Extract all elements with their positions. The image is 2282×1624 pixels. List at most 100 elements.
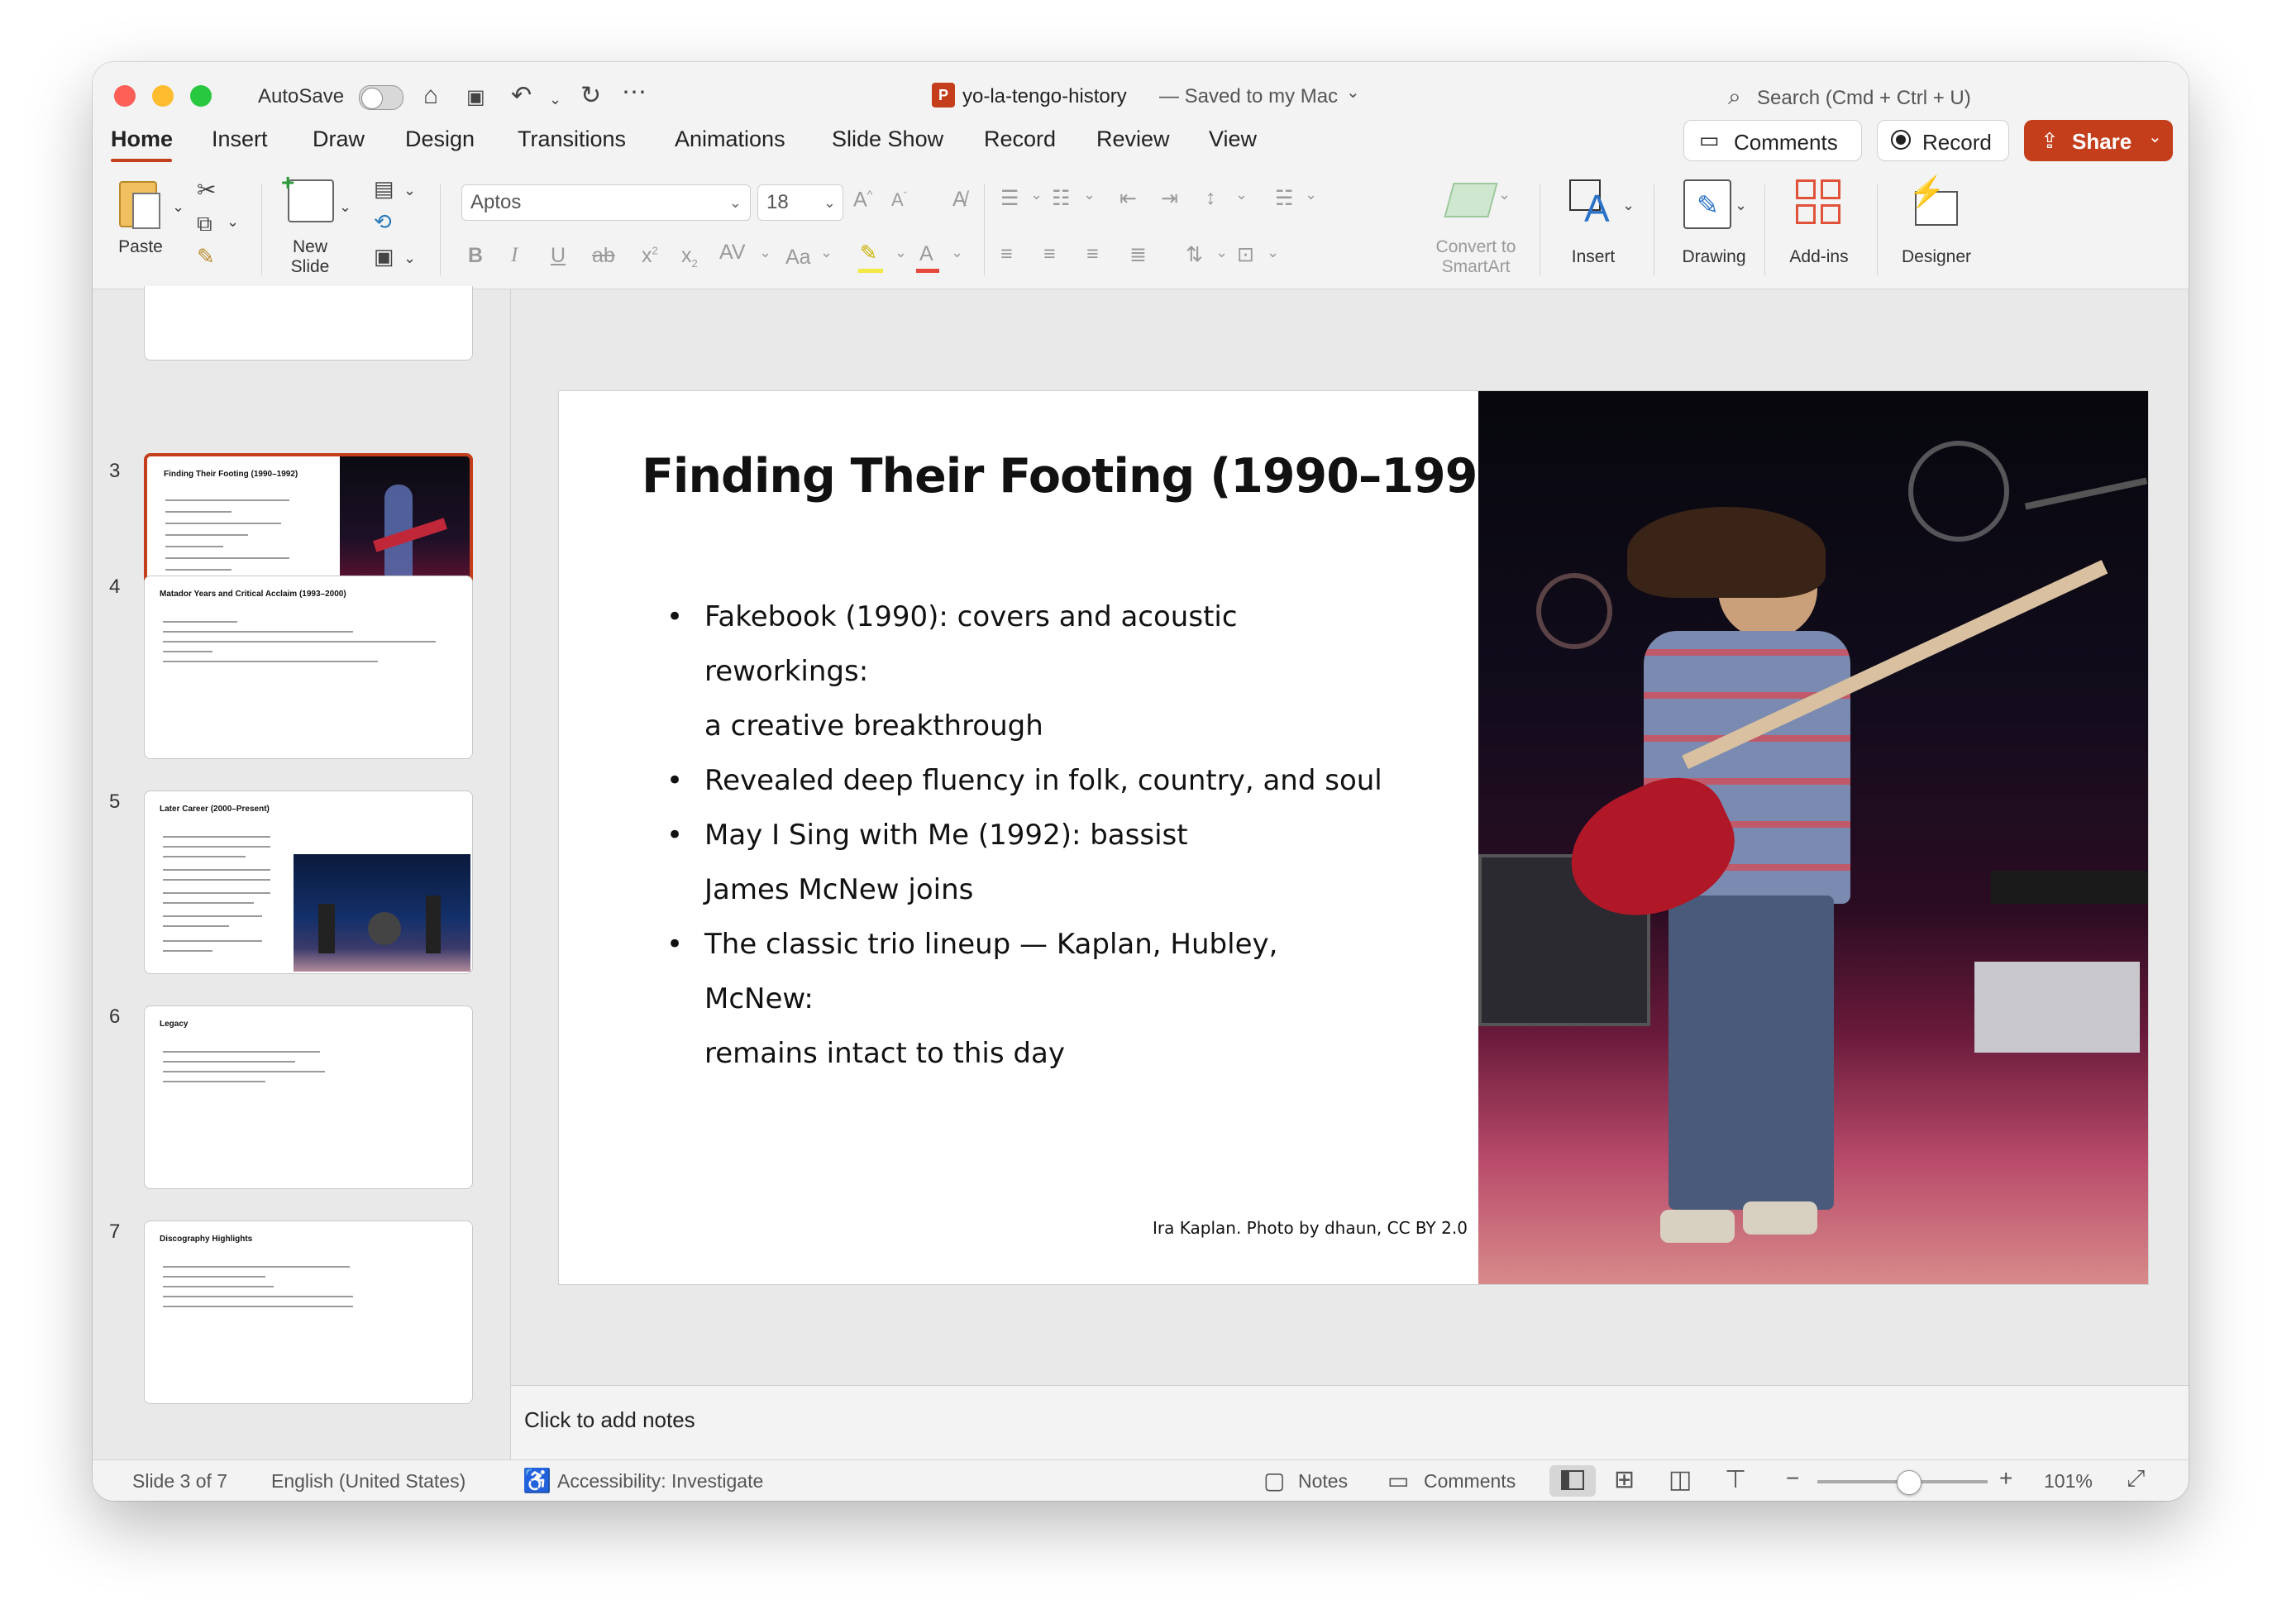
undo-dropdown-chevron-icon[interactable]: ⌄ — [549, 87, 561, 112]
home-icon[interactable]: ⌂ — [423, 84, 438, 108]
normal-view-button[interactable] — [1549, 1465, 1596, 1497]
slide-thumbnail-pane[interactable]: 3 Finding Their Footing (1990–1992) 4 Ma… — [93, 286, 511, 1459]
designer-icon[interactable]: ⚡ — [1908, 174, 1958, 226]
zoom-out-icon[interactable]: − — [1786, 1465, 1799, 1492]
zoom-window-button[interactable] — [190, 85, 212, 107]
paste-icon[interactable] — [114, 176, 162, 229]
copy-icon[interactable]: ⧉ — [197, 211, 212, 236]
redo-icon[interactable]: ↻ — [580, 84, 601, 108]
tab-slide-show[interactable]: Slide Show — [832, 127, 943, 152]
section-icon[interactable]: ▣ — [374, 244, 394, 269]
slide-thumbnail-7[interactable]: Discography Highlights — [144, 1220, 473, 1404]
layout-dropdown-chevron-icon[interactable]: ⌄ — [403, 178, 416, 203]
comments-toggle[interactable]: Comments — [1424, 1470, 1516, 1493]
smartart-chevron-icon[interactable]: ⌄ — [1498, 186, 1511, 203]
tab-record[interactable]: Record — [984, 127, 1056, 152]
align-text-chevron-icon[interactable]: ⌄ — [1267, 244, 1279, 261]
superscript-icon[interactable]: x2 — [642, 244, 658, 268]
search-input[interactable]: Search (Cmd + Ctrl + U) — [1757, 87, 1971, 110]
bullets-chevron-icon[interactable]: ⌄ — [1030, 186, 1043, 203]
document-title[interactable]: yo-la-tengo-history — [962, 85, 1127, 108]
slide-thumbnail-5[interactable]: Later Career (2000–Present) — [144, 791, 473, 974]
increase-font-size-icon[interactable]: A^ — [853, 188, 872, 212]
bold-icon[interactable]: B — [468, 244, 483, 268]
tab-design[interactable]: Design — [405, 127, 475, 152]
align-right-icon[interactable]: ≡ — [1086, 242, 1099, 266]
layout-icon[interactable]: ▤ — [374, 176, 394, 201]
slide-thumbnail-6[interactable]: Legacy — [144, 1005, 473, 1189]
text-direction-icon[interactable]: ⇅ — [1186, 242, 1203, 267]
cut-icon[interactable]: ✂ — [197, 178, 216, 203]
title-dropdown-chevron-icon[interactable]: ⌄ — [1346, 82, 1360, 103]
zoom-slider[interactable] — [1817, 1470, 1988, 1495]
share-chevron-icon[interactable]: ⌄ — [2148, 127, 2162, 147]
numbering-chevron-icon[interactable]: ⌄ — [1083, 186, 1096, 203]
bullets-icon[interactable]: ☰ — [1000, 186, 1019, 211]
align-center-icon[interactable]: ≡ — [1043, 242, 1056, 266]
tab-insert[interactable]: Insert — [212, 127, 268, 152]
slide-sorter-view-icon[interactable]: ⊞ — [1614, 1465, 1635, 1494]
numbering-icon[interactable]: ☷ — [1052, 186, 1070, 211]
decrease-indent-icon[interactable]: ⇤ — [1120, 186, 1137, 211]
minimize-window-button[interactable] — [152, 85, 174, 107]
add-ins-icon[interactable] — [1796, 179, 1842, 226]
font-color-icon[interactable]: A — [919, 242, 933, 266]
autosave-toggle[interactable] — [359, 85, 403, 110]
notes-pane[interactable]: Click to add notes — [511, 1385, 2189, 1460]
notes-placeholder[interactable]: Click to add notes — [524, 1407, 695, 1433]
notes-toggle[interactable]: Notes — [1298, 1470, 1348, 1493]
fit-to-window-icon[interactable]: ⤢ — [2127, 1465, 2145, 1493]
columns-chevron-icon[interactable]: ⌄ — [1305, 186, 1317, 203]
language-indicator[interactable]: English (United States) — [271, 1470, 465, 1493]
change-case-chevron-icon[interactable]: ⌄ — [820, 244, 833, 261]
subscript-icon[interactable]: x2 — [681, 244, 698, 270]
share-button[interactable]: ⇪ Share ⌄ — [2024, 120, 2173, 161]
slide-body-text[interactable]: Fakebook (1990): covers and acoustic rew… — [666, 590, 1394, 1081]
increase-indent-icon[interactable]: ⇥ — [1161, 186, 1178, 211]
columns-icon[interactable]: ☵ — [1275, 186, 1293, 211]
line-spacing-icon[interactable]: ↕ — [1205, 186, 1216, 210]
change-case-icon[interactable]: Aa — [785, 246, 811, 270]
convert-to-smartart-icon[interactable] — [1444, 183, 1498, 217]
accessibility-status[interactable]: Accessibility: Investigate — [557, 1470, 763, 1493]
character-spacing-chevron-icon[interactable]: ⌄ — [759, 244, 771, 261]
photo-caption[interactable]: Ira Kaplan. Photo by dhaun, CC BY 2.0 — [1153, 1218, 1468, 1238]
tab-transitions[interactable]: Transitions — [518, 127, 626, 152]
align-left-icon[interactable]: ≡ — [1000, 242, 1013, 266]
font-size-dropdown[interactable]: 18 ⌄ — [757, 184, 843, 221]
justify-icon[interactable]: ≣ — [1129, 242, 1147, 267]
tab-review[interactable]: Review — [1096, 127, 1170, 152]
stage-photo[interactable] — [1478, 391, 2148, 1284]
reading-view-icon[interactable]: ◫ — [1669, 1465, 1692, 1494]
character-spacing-icon[interactable]: AV — [719, 241, 746, 265]
highlight-chevron-icon[interactable]: ⌄ — [895, 244, 907, 261]
more-options-icon[interactable]: ⋯ — [622, 80, 647, 105]
format-painter-icon[interactable]: ✎ — [197, 244, 215, 269]
paste-dropdown-chevron-icon[interactable]: ⌄ — [172, 194, 184, 219]
new-slide-dropdown-chevron-icon[interactable]: ⌄ — [339, 194, 351, 219]
zoom-in-icon[interactable]: + — [1999, 1465, 2012, 1492]
font-name-dropdown[interactable]: Aptos ⌄ — [461, 184, 751, 221]
slide-show-view-icon[interactable]: ⊤ — [1725, 1465, 1746, 1494]
comments-button[interactable]: ▭ Comments — [1683, 120, 1862, 161]
drawing-chevron-icon[interactable]: ⌄ — [1735, 193, 1747, 217]
highlight-icon[interactable]: ✎ — [860, 241, 877, 265]
current-slide[interactable]: Finding Their Footing (1990–1992) Fakebo… — [559, 391, 2148, 1284]
decrease-font-size-icon[interactable]: Aˇ — [891, 189, 907, 211]
tab-animations[interactable]: Animations — [675, 127, 785, 152]
line-spacing-chevron-icon[interactable]: ⌄ — [1235, 186, 1248, 203]
drawing-icon[interactable]: ✎ — [1683, 179, 1731, 229]
tab-draw[interactable]: Draw — [313, 127, 365, 152]
font-color-chevron-icon[interactable]: ⌄ — [951, 244, 963, 261]
tab-view[interactable]: View — [1209, 127, 1257, 152]
new-slide-icon[interactable]: + — [281, 170, 334, 222]
copy-dropdown-chevron-icon[interactable]: ⌄ — [227, 209, 239, 234]
italic-icon[interactable]: I — [511, 244, 518, 267]
tab-home[interactable]: Home — [111, 127, 173, 152]
insert-shapes-icon[interactable]: A — [1569, 179, 1614, 230]
zoom-level[interactable]: 101% — [2044, 1470, 2093, 1493]
clear-formatting-icon[interactable]: A̸ — [952, 188, 967, 212]
strikethrough-icon[interactable]: ab — [592, 244, 615, 268]
insert-chevron-icon[interactable]: ⌄ — [1622, 193, 1635, 217]
undo-icon[interactable]: ↶ — [511, 84, 532, 108]
